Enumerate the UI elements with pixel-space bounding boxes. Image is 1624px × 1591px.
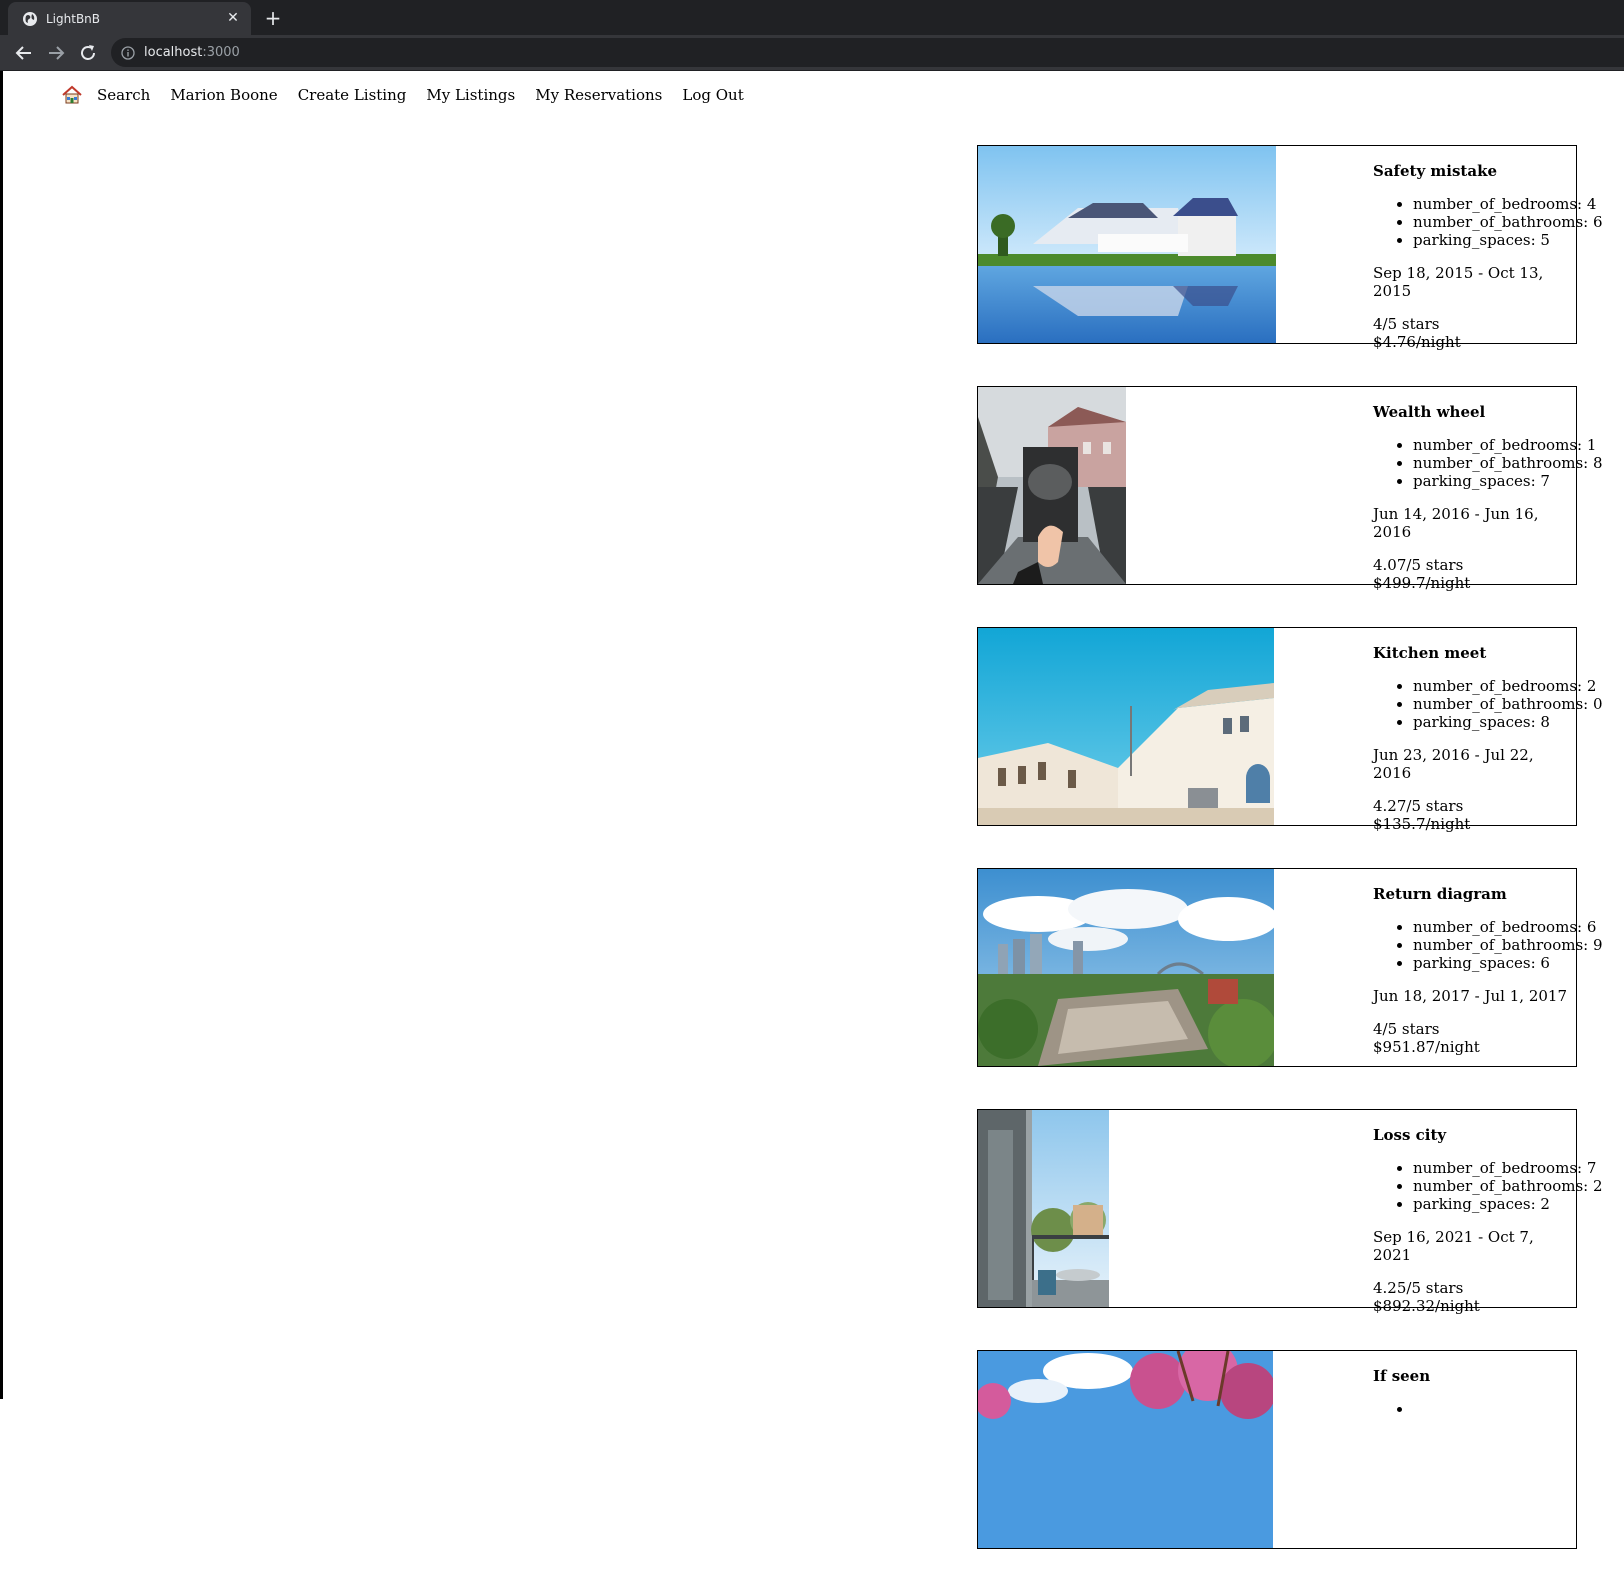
reload-icon[interactable] xyxy=(77,42,99,64)
listing-title[interactable]: Loss city xyxy=(1373,1126,1576,1144)
listing-price: $4.76/night xyxy=(1373,333,1461,351)
bedrooms-count: number_of_bedrooms: 2 xyxy=(1413,677,1596,695)
property-thumbnail[interactable] xyxy=(978,628,1274,825)
reservation-dates: Jun 14, 2016 - Jun 16, 2016 xyxy=(1373,505,1539,541)
new-tab-icon[interactable]: + xyxy=(262,7,284,29)
parking-spaces: parking_spaces: 5 xyxy=(1413,231,1576,249)
globe-icon xyxy=(23,12,37,26)
listing-details: Safety mistake number_of_bedrooms: 4 num… xyxy=(1373,162,1603,351)
parking-spaces: parking_spaces: 8 xyxy=(1413,713,1576,731)
listing-features: number_of_bedrooms: 7 number_of_bathroom… xyxy=(1373,1159,1603,1213)
property-listing-card: Kitchen meet number_of_bedrooms: 2 numbe… xyxy=(977,627,1603,833)
listing-rating: 4.07/5 stars xyxy=(1373,556,1464,574)
nav-my-listings[interactable]: My Listings xyxy=(426,84,515,106)
listing-rating: 4/5 stars xyxy=(1373,1020,1440,1038)
reservation-dates: Sep 16, 2021 - Oct 7, 2021 xyxy=(1373,1228,1534,1264)
listing-title[interactable]: Safety mistake xyxy=(1373,162,1576,180)
property-listing-card: Wealth wheel number_of_bedrooms: 1 numbe… xyxy=(977,386,1603,592)
listing-price: $951.87/night xyxy=(1373,1038,1480,1056)
parking-spaces: parking_spaces: 7 xyxy=(1413,472,1576,490)
back-arrow-icon[interactable] xyxy=(13,42,35,64)
listing-rating: 4/5 stars xyxy=(1373,315,1440,333)
top-nav: Search Marion Boone Create Listing My Li… xyxy=(61,84,764,106)
browser-toolbar: localhost:3000 xyxy=(0,35,1624,71)
property-listing-card: Safety mistake number_of_bedrooms: 4 num… xyxy=(977,145,1603,351)
listing-details: If seen xyxy=(1373,1367,1576,1433)
nav-log-out[interactable]: Log Out xyxy=(682,84,743,106)
listing-details: Wealth wheel number_of_bedrooms: 1 numbe… xyxy=(1373,403,1603,592)
property-thumbnail[interactable] xyxy=(978,869,1274,1066)
tab-title: LightBnB xyxy=(46,12,101,26)
parking-spaces: parking_spaces: 6 xyxy=(1413,954,1576,972)
listing-rating: 4.25/5 stars xyxy=(1373,1279,1464,1297)
browser-tab[interactable]: LightBnB ✕ xyxy=(8,2,251,35)
property-listing-card: If seen xyxy=(977,1350,1577,1549)
property-listing-card: Return diagram number_of_bedrooms: 6 num… xyxy=(977,868,1603,1067)
listing-details: Kitchen meet number_of_bedrooms: 2 numbe… xyxy=(1373,644,1603,833)
url-port: :3000 xyxy=(202,45,240,60)
listing-details: Loss city number_of_bedrooms: 7 number_o… xyxy=(1373,1126,1603,1315)
listing-title[interactable]: Kitchen meet xyxy=(1373,644,1576,662)
property-thumbnail[interactable] xyxy=(978,1110,1109,1307)
listing-title[interactable]: Wealth wheel xyxy=(1373,403,1576,421)
bedrooms-count: number_of_bedrooms: 7 xyxy=(1413,1159,1596,1177)
property-listing-card: Loss city number_of_bedrooms: 7 number_o… xyxy=(977,1109,1603,1315)
page-content: Search Marion Boone Create Listing My Li… xyxy=(0,71,1624,1549)
listing-price: $135.7/night xyxy=(1373,815,1471,833)
home-icon[interactable] xyxy=(61,84,83,106)
url-text[interactable]: localhost:3000 xyxy=(144,44,240,61)
listing-details: Return diagram number_of_bedrooms: 6 num… xyxy=(1373,885,1603,1056)
address-bar[interactable]: localhost:3000 xyxy=(111,38,1624,67)
listing-title[interactable]: Return diagram xyxy=(1373,885,1576,903)
reservation-dates: Jun 23, 2016 - Jul 22, 2016 xyxy=(1373,746,1534,782)
listing-features xyxy=(1373,1400,1576,1418)
url-host: localhost xyxy=(144,45,203,60)
bathrooms-count: number_of_bathrooms: 2 xyxy=(1413,1177,1603,1195)
property-thumbnail[interactable] xyxy=(978,1351,1273,1548)
property-listings: Safety mistake number_of_bedrooms: 4 num… xyxy=(977,145,1603,1591)
nav-user-name[interactable]: Marion Boone xyxy=(170,84,277,106)
bedrooms-count: number_of_bedrooms: 1 xyxy=(1413,436,1596,454)
close-tab-icon[interactable]: ✕ xyxy=(225,10,241,26)
listing-features: number_of_bedrooms: 4 number_of_bathroom… xyxy=(1373,195,1603,249)
browser-tab-bar: LightBnB ✕ + xyxy=(0,0,1624,35)
listing-features: number_of_bedrooms: 6 number_of_bathroom… xyxy=(1373,918,1603,972)
forward-arrow-icon[interactable] xyxy=(45,42,67,64)
bathrooms-count: number_of_bathrooms: 8 xyxy=(1413,454,1603,472)
reservation-dates: Jun 18, 2017 - Jul 1, 2017 xyxy=(1373,987,1567,1005)
listing-price: $892.32/night xyxy=(1373,1297,1480,1315)
nav-my-reservations[interactable]: My Reservations xyxy=(535,84,662,106)
listing-price: $499.7/night xyxy=(1373,574,1471,592)
property-thumbnail[interactable] xyxy=(978,387,1126,584)
reservation-dates: Sep 18, 2015 - Oct 13, 2015 xyxy=(1373,264,1544,300)
nav-search[interactable]: Search xyxy=(97,84,150,106)
listing-rating: 4.27/5 stars xyxy=(1373,797,1464,815)
info-icon[interactable] xyxy=(121,46,135,60)
bedrooms-count: number_of_bedrooms: 6 xyxy=(1413,918,1596,936)
listing-title[interactable]: If seen xyxy=(1373,1367,1576,1385)
listing-features: number_of_bedrooms: 1 number_of_bathroom… xyxy=(1373,436,1603,490)
bedrooms-count: number_of_bedrooms: 4 xyxy=(1413,195,1596,213)
bathrooms-count: number_of_bathrooms: 6 xyxy=(1413,213,1603,231)
property-thumbnail[interactable] xyxy=(978,146,1276,343)
nav-create-listing[interactable]: Create Listing xyxy=(298,84,407,106)
parking-spaces: parking_spaces: 2 xyxy=(1413,1195,1576,1213)
bathrooms-count: number_of_bathrooms: 0 xyxy=(1413,695,1603,713)
bedrooms-count xyxy=(1413,1400,1576,1418)
listing-features: number_of_bedrooms: 2 number_of_bathroom… xyxy=(1373,677,1603,731)
bathrooms-count: number_of_bathrooms: 9 xyxy=(1413,936,1603,954)
